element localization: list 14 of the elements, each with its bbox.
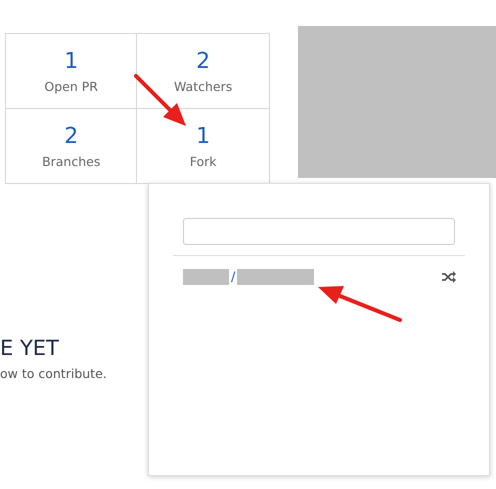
stat-label: Fork <box>190 154 217 168</box>
search-field[interactable] <box>183 218 455 245</box>
shuffle-icon[interactable] <box>442 271 456 283</box>
stat-label: Branches <box>42 154 100 168</box>
redacted-block <box>183 269 229 285</box>
stat-count[interactable]: 2 <box>196 48 210 74</box>
empty-state-text: ow to contribute. <box>0 366 108 381</box>
empty-state-heading: E YET <box>0 336 60 360</box>
stat-label: Watchers <box>174 78 232 94</box>
path-separator: / <box>231 270 236 284</box>
stat-count[interactable]: 1 <box>196 124 210 150</box>
stat-label: Open PR <box>44 78 98 94</box>
stat-count[interactable]: 2 <box>64 124 78 150</box>
stat-count[interactable]: 1 <box>64 48 78 74</box>
